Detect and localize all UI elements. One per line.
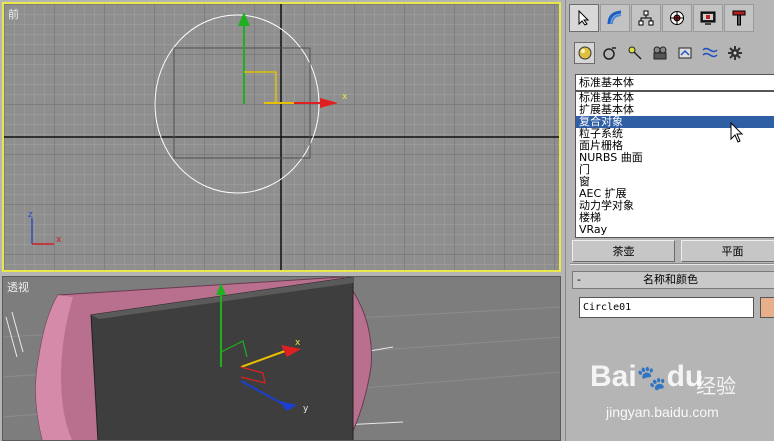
name-color-rollout-header[interactable]: - 名称和颜色 — [572, 271, 774, 289]
tripod-z-label: z — [28, 210, 33, 220]
teapot-button[interactable]: 茶壶 — [572, 240, 675, 262]
divider — [570, 263, 774, 265]
space-warps-button[interactable] — [699, 42, 720, 64]
category-option[interactable]: VRay — [576, 224, 774, 236]
hierarchy-icon — [638, 10, 654, 26]
perspective-viewport-label[interactable]: 透视 — [7, 279, 29, 295]
lights-button[interactable] — [624, 42, 645, 64]
perspective-viewport[interactable]: x y 透视 — [2, 276, 561, 441]
modify-tab[interactable] — [600, 4, 630, 32]
object-category-select[interactable]: 标准基本体 — [575, 74, 774, 91]
cameras-button[interactable] — [649, 42, 670, 64]
watermark-url: jingyan.baidu.com — [606, 404, 719, 420]
motion-wheel-icon — [670, 11, 684, 25]
rollout-title: 名称和颜色 — [643, 273, 698, 286]
gizmo-x-label: x — [342, 92, 348, 102]
panel-tab-bar — [569, 4, 754, 32]
hierarchy-tab[interactable] — [631, 4, 661, 32]
persp-y-label: y — [303, 404, 309, 414]
category-option[interactable]: NURBS 曲面 — [576, 152, 774, 164]
helpers-button[interactable] — [674, 42, 695, 64]
object-color-swatch[interactable] — [760, 297, 774, 318]
create-tab[interactable] — [569, 4, 599, 32]
shapes-icon — [602, 47, 616, 60]
create-category-bar — [574, 42, 745, 64]
motion-tab[interactable] — [662, 4, 692, 32]
watermark-logo-text: Bai🐾du — [590, 360, 704, 393]
front-viewport-canvas: x z x — [4, 4, 559, 270]
light-icon — [628, 46, 642, 60]
camera-icon — [653, 46, 666, 60]
gear-icon — [727, 46, 742, 60]
hammer-icon — [732, 10, 746, 26]
object-type-buttons: 茶壶 平面 — [572, 240, 774, 262]
cursor-arrow-icon — [578, 10, 590, 26]
category-option[interactable]: 门 — [576, 164, 774, 176]
category-option[interactable]: 动力学对象 — [576, 200, 774, 212]
sphere-icon — [578, 46, 591, 60]
front-viewport-label[interactable]: 前 — [8, 6, 19, 22]
front-viewport[interactable]: x z x 前 — [2, 2, 561, 272]
plane-button[interactable]: 平面 — [681, 240, 774, 262]
mouse-cursor-icon — [730, 122, 744, 143]
baidu-watermark: Bai🐾du 经验 jingyan.baidu.com — [590, 360, 770, 440]
systems-button[interactable] — [724, 42, 745, 64]
wave-icon — [701, 47, 718, 58]
bend-icon — [607, 10, 622, 25]
persp-x-label: x — [295, 338, 301, 348]
helper-icon — [678, 47, 691, 59]
collapse-icon: - — [577, 273, 581, 286]
object-category-dropdown[interactable]: 标准基本体 扩展基本体 复合对象 粒子系统 面片栅格 NURBS 曲面 门 窗 … — [575, 91, 774, 238]
display-tab[interactable] — [693, 4, 723, 32]
max-app: x z x 前 x y 透视 标准基本体 标准基本体 扩展基本体 复合对象 粒子… — [0, 0, 774, 441]
watermark-cn-text: 经验 — [696, 374, 736, 398]
monitor-icon — [700, 11, 716, 25]
geometry-button[interactable] — [574, 42, 595, 64]
object-name-input[interactable]: Circle01 — [579, 297, 754, 318]
tripod-x-label: x — [56, 235, 62, 245]
perspective-viewport-canvas: x y — [3, 277, 560, 440]
shapes-button[interactable] — [599, 42, 620, 64]
utilities-tab[interactable] — [724, 4, 754, 32]
